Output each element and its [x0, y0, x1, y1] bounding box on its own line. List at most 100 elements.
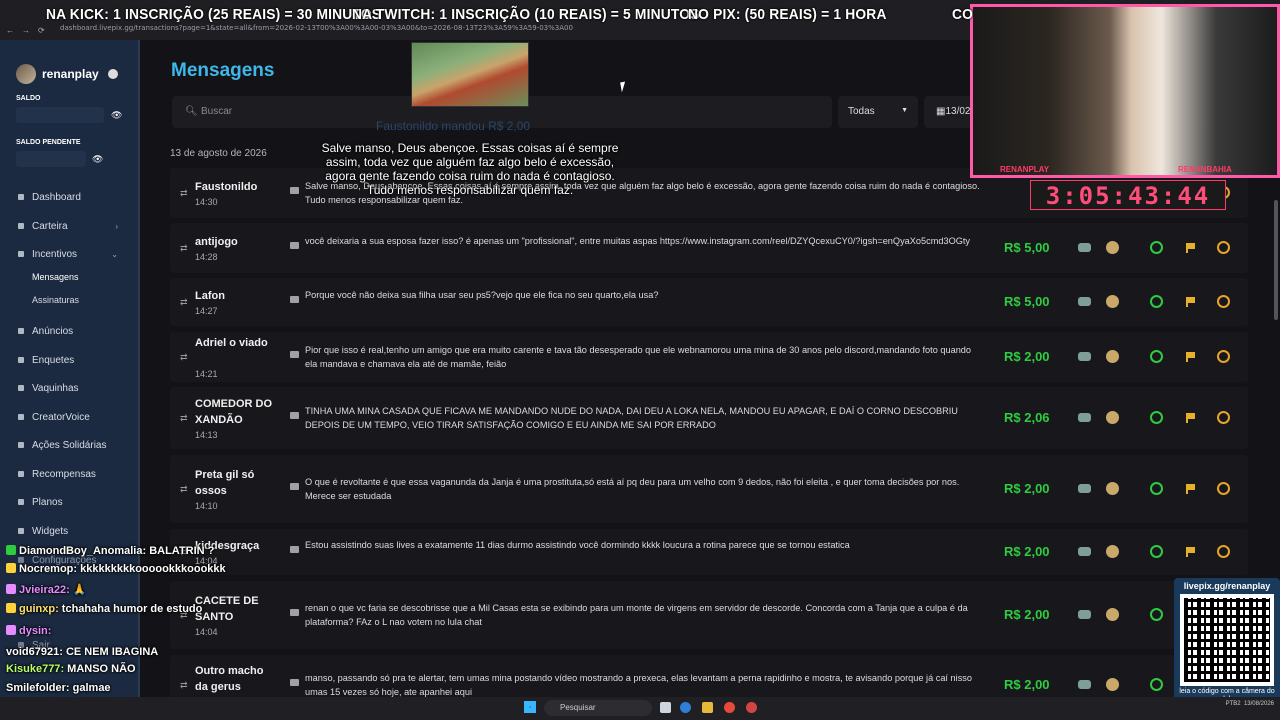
donor-name: CACETE DE SANTO: [195, 595, 259, 623]
flag-icon[interactable]: [1186, 484, 1195, 494]
folder-icon[interactable]: [702, 702, 713, 713]
flag-icon[interactable]: [1186, 413, 1195, 423]
message-icon: [290, 609, 299, 616]
sidebar-item-acoes-solidarias[interactable]: Ações Solidárias: [0, 438, 140, 452]
drink-icon[interactable]: [1106, 411, 1119, 424]
flag-icon[interactable]: [1186, 352, 1195, 362]
webcam-label-left: RENANPLAY: [1000, 165, 1050, 174]
ban-icon[interactable]: [1217, 350, 1230, 363]
message-row[interactable]: ⇄ antijogo 14:28 você deixaria a sua esp…: [170, 223, 1248, 273]
drink-icon[interactable]: [1106, 608, 1119, 621]
sidebar-item-assinaturas[interactable]: Assinaturas: [0, 294, 140, 306]
donor-name: Outro macho da gerus: [195, 665, 264, 693]
qr-code-panel: livepix.gg/renanplay leia o código com a…: [1174, 578, 1280, 706]
edge-icon[interactable]: [680, 702, 691, 713]
donor-name: Lafon: [195, 290, 225, 302]
play-icon[interactable]: [1150, 411, 1163, 424]
donation-message: Estou assistindo suas lives a exatamente…: [305, 540, 850, 550]
chat-username: Jvieira22: [19, 584, 67, 596]
message-row[interactable]: ⇄ Adriel o viado 14:21 Pior que isso é r…: [170, 332, 1248, 382]
sidebar-item-planos[interactable]: Planos: [0, 495, 140, 509]
eye-icon[interactable]: 👁: [111, 110, 122, 121]
play-icon[interactable]: [1150, 241, 1163, 254]
sidebar-item-creatorvoice[interactable]: CreatorVoice: [0, 410, 140, 424]
donation-amount: R$ 2,00: [1004, 544, 1050, 559]
donation-time: 14:28: [195, 252, 218, 262]
alert-title: Faustonildo mandou R$ 2,00: [376, 119, 531, 133]
drink-icon[interactable]: [1106, 545, 1119, 558]
message-row[interactable]: ⇄ kiddesgraça 14:04 Estou assistindo sua…: [170, 529, 1248, 575]
subathon-timer: 3:05:43:44: [1030, 180, 1226, 210]
task-view-icon[interactable]: [660, 702, 671, 713]
chat-badge-icon: [6, 625, 16, 635]
donation-amount: R$ 2,00: [1004, 607, 1050, 622]
donor-name: Preta gil só ossos: [195, 469, 255, 497]
robot-tts-icon[interactable]: [1078, 484, 1091, 493]
donation-time: 14:30: [195, 197, 218, 207]
qr-url: livepix.gg/renanplay: [1183, 581, 1271, 591]
chat-message: DiamondBoy_Anomalia: BALATRIN ?: [6, 545, 214, 557]
status-filter-select[interactable]: Todas ▼: [838, 96, 918, 128]
robot-tts-icon[interactable]: [1078, 547, 1091, 556]
page-scrollbar[interactable]: [1274, 200, 1278, 320]
play-icon[interactable]: [1150, 608, 1163, 621]
robot-tts-icon[interactable]: [1078, 352, 1091, 361]
donor-name: Adriel o viado: [195, 337, 268, 349]
sidebar-item-vaquinhas[interactable]: Vaquinhas: [0, 381, 140, 395]
chat-badge-icon: [6, 603, 16, 613]
drink-icon[interactable]: [1106, 482, 1119, 495]
chat-badge-icon: [6, 563, 16, 573]
user-profile[interactable]: renanplay: [16, 64, 118, 84]
play-icon[interactable]: [1150, 295, 1163, 308]
chat-text: MANSO NÃO: [67, 663, 136, 675]
taskbar-clock[interactable]: PTB2 13/08/2026: [1226, 700, 1274, 708]
robot-tts-icon[interactable]: [1078, 610, 1091, 619]
sidebar-item-mensagens[interactable]: Mensagens: [0, 271, 140, 283]
address-bar[interactable]: dashboard.livepix.gg/transactions?page=1…: [60, 24, 960, 38]
ban-icon[interactable]: [1217, 482, 1230, 495]
sidebar-item-anuncios[interactable]: Anúncios: [0, 324, 140, 338]
drink-icon[interactable]: [1106, 678, 1119, 691]
eye-icon[interactable]: 👁: [92, 154, 103, 165]
windows-start-icon[interactable]: [524, 701, 536, 713]
flag-icon[interactable]: [1186, 297, 1195, 307]
sidebar-item-widgets[interactable]: Widgets: [0, 524, 140, 538]
chrome-icon[interactable]: [724, 702, 735, 713]
ban-icon[interactable]: [1217, 411, 1230, 424]
robot-tts-icon[interactable]: [1078, 243, 1091, 252]
play-icon[interactable]: [1150, 350, 1163, 363]
message-row[interactable]: ⇄ Lafon 14:27 Porque você não deixa sua …: [170, 278, 1248, 326]
robot-tts-icon[interactable]: [1078, 413, 1091, 422]
sidebar-item-enquetes[interactable]: Enquetes: [0, 353, 140, 367]
robot-tts-icon[interactable]: [1078, 680, 1091, 689]
drink-icon[interactable]: [1106, 295, 1119, 308]
ban-icon[interactable]: [1217, 295, 1230, 308]
donation-message: O que é revoltante é que essa vaganunda …: [305, 477, 960, 501]
browser-nav-icons[interactable]: ←→⟳: [6, 26, 53, 35]
sidebar-item-recompensas[interactable]: Recompensas: [0, 467, 140, 481]
sidebar-scrollbar[interactable]: [138, 40, 140, 720]
play-icon[interactable]: [1150, 545, 1163, 558]
donation-amount: R$ 2,00: [1004, 677, 1050, 692]
ban-icon[interactable]: [1217, 545, 1230, 558]
play-icon[interactable]: [1150, 482, 1163, 495]
obs-icon[interactable]: [746, 702, 757, 713]
message-row[interactable]: ⇄ Preta gil só ossos 14:10 O que é revol…: [170, 455, 1248, 523]
sidebar-item-dashboard[interactable]: Dashboard: [0, 190, 140, 204]
flag-icon[interactable]: [1186, 243, 1195, 253]
flag-icon[interactable]: [1186, 547, 1195, 557]
message-icon: [290, 679, 299, 686]
drink-icon[interactable]: [1106, 241, 1119, 254]
robot-tts-icon[interactable]: [1078, 297, 1091, 306]
drink-icon[interactable]: [1106, 350, 1119, 363]
donation-time: 14:04: [195, 627, 218, 637]
sidebar-item-carteira[interactable]: Carteira ›: [0, 219, 140, 233]
voice-icon: [18, 414, 24, 420]
taskbar-search[interactable]: Pesquisar: [544, 700, 652, 716]
message-row[interactable]: ⇄ CACETE DE SANTO 14:04 renan o que vc f…: [170, 581, 1248, 649]
play-icon[interactable]: [1150, 678, 1163, 691]
message-row[interactable]: ⇄ COMEDOR DO XANDÃO 14:13 TINHA UMA MINA…: [170, 387, 1248, 449]
ban-icon[interactable]: [1217, 241, 1230, 254]
sidebar-item-incentivos[interactable]: Incentivos ⌄: [0, 247, 140, 261]
grid-icon: [18, 194, 24, 200]
